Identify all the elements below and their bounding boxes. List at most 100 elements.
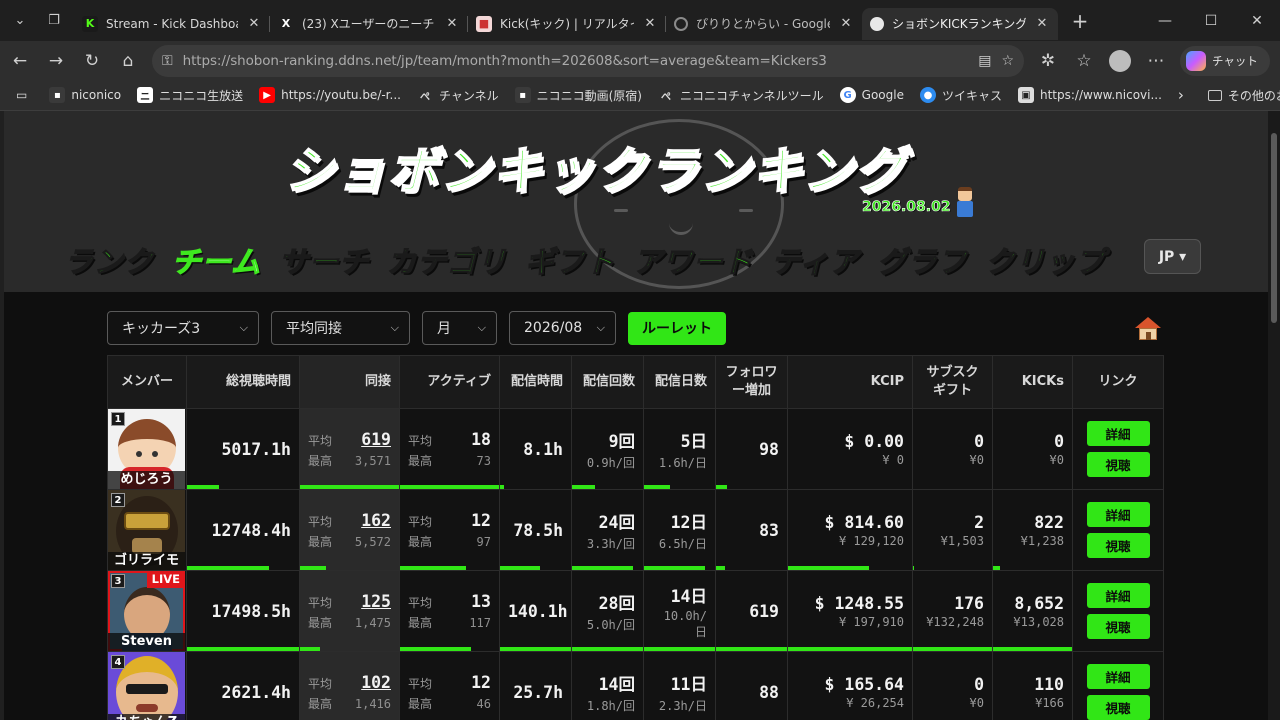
site-info-icon[interactable]: ⚿ [162,53,173,69]
copilot-button[interactable]: チャット [1180,45,1270,76]
bookmark-google[interactable]: G Google [832,87,912,103]
tab-actions-icon[interactable]: ⌄ [6,7,34,35]
scrollbar-thumb[interactable] [1271,133,1277,323]
watch-button[interactable]: 視聴 [1086,452,1150,477]
language-select[interactable]: JP ▾ [1144,239,1201,274]
viewers-avg-value[interactable]: 162 [361,511,391,530]
watch-button[interactable]: 視聴 [1086,695,1150,720]
workspaces-icon[interactable]: ❐ [40,7,68,35]
member-cell[interactable]: 2 ゴリライモ [107,489,187,571]
member-cell[interactable]: 4 丸ちゃんZ [107,651,187,720]
col-sub-gift[interactable]: サブスクギフト [912,355,993,409]
month-select[interactable]: 2026/08 ⌵ [509,311,616,345]
nav-rank[interactable]: ランク [63,239,154,281]
close-icon[interactable]: ✕ [1034,16,1050,31]
window-close-icon[interactable]: ✕ [1234,0,1280,41]
col-kicks[interactable]: KICKs [992,355,1073,409]
bookmark-channel[interactable]: ぺチャンネル [409,87,507,104]
bookmark-youtube[interactable]: ▶ https://youtu.be/-r... [251,87,409,103]
bookmark-twitcasting[interactable]: ● ツイキャス [912,87,1010,104]
home-icon[interactable] [1135,317,1161,341]
bookmark-nicochannel-tool[interactable]: ぺニコニコチャンネルツール [650,87,832,104]
col-viewers[interactable]: 同接 [299,355,400,409]
avatar[interactable]: 2 ゴリライモ [108,490,185,570]
profile-avatar[interactable] [1102,43,1138,79]
tab-search-icon[interactable]: ▭ [10,88,33,102]
nav-tier[interactable]: ティア [771,239,860,281]
nav-category[interactable]: カテゴリ [387,239,507,281]
avatar[interactable]: 4 丸ちゃんZ [108,652,185,720]
favorite-star-icon[interactable]: ☆ [1001,53,1014,69]
maximize-icon[interactable]: ☐ [1188,0,1234,41]
tab-shobon-ranking[interactable]: ショボンKICKランキング | Shob ✕ [862,7,1058,40]
bookmark-nicolive[interactable]: ニニコニコ生放送 [129,87,251,104]
page-scrollbar[interactable] [1268,111,1280,720]
follower-value: 98 [759,439,779,459]
nav-clip[interactable]: クリップ [985,239,1106,281]
viewers-avg-value[interactable]: 125 [361,592,391,611]
back-icon[interactable]: ← [2,43,38,79]
avatar[interactable]: 3 LIVE Steven [108,571,185,651]
watch-button[interactable]: 視聴 [1086,614,1150,639]
kcip-yen: ¥ 26,254 [846,695,904,710]
col-kcip[interactable]: KCIP [787,355,913,409]
member-cell[interactable]: 3 LIVE Steven [107,570,187,652]
period-select[interactable]: 月 ⌵ [422,311,497,345]
tab-kick-dashboard[interactable]: K Stream - Kick Dashboard ✕ [74,8,270,40]
bookmark-nicovideo-link[interactable]: ▣ https://www.nicovi... [1010,87,1170,103]
nav-gift[interactable]: ギフト [525,239,615,281]
more-menu-icon[interactable]: ⋯ [1138,43,1174,79]
refresh-icon[interactable]: ↻ [74,43,110,79]
nav-graph[interactable]: グラフ [877,239,967,281]
col-follower-gain[interactable]: フォロワー増加 [715,355,788,409]
col-stream-count[interactable]: 配信回数 [571,355,644,409]
close-icon[interactable]: ✕ [642,16,658,31]
sort-select[interactable]: 平均同接 ⌵ [271,311,410,345]
close-icon[interactable]: ✕ [444,16,460,31]
stream-days-bar [644,485,670,489]
roulette-button[interactable]: ルーレット [628,311,726,345]
reader-view-icon[interactable]: ▤ [978,53,991,69]
bookmark-nicovideo[interactable]: ▪ ニコニコ動画(原宿) [507,87,650,104]
avatar[interactable]: 1 めじろう [108,409,185,489]
viewers-avg-value[interactable]: 102 [361,673,391,692]
col-total-watch[interactable]: 総視聴時間 [186,355,300,409]
extensions-icon[interactable]: ✲ [1030,43,1066,79]
close-icon[interactable]: ✕ [838,16,854,31]
nav-award[interactable]: アワード [633,239,753,281]
col-active[interactable]: アクティブ [399,355,500,409]
watch-button[interactable]: 視聴 [1086,533,1150,558]
active-bar [400,647,472,651]
minimize-icon[interactable]: — [1142,0,1188,41]
detail-button[interactable]: 詳細 [1086,583,1150,608]
tab-x[interactable]: X (23) Xユーザーのニーチェさん: 「/ ✕ [270,8,468,40]
detail-button[interactable]: 詳細 [1086,421,1150,446]
max-label: 最高 [308,615,333,630]
bookmarks-overflow-icon[interactable]: › [1170,86,1192,104]
nav-team[interactable]: チーム [171,239,261,281]
bookmark-niconico[interactable]: ▪ niconico [41,87,129,103]
detail-button[interactable]: 詳細 [1086,502,1150,527]
site-logo[interactable]: ショボンキックランキング [283,131,944,203]
nav-search[interactable]: サーチ [279,239,369,281]
tab-google-search[interactable]: ぴりりとからい - Google 検索 ✕ [666,8,862,40]
detail-button[interactable]: 詳細 [1086,664,1150,689]
tab-kick-ranking[interactable]: ■ Kick(キック) | リアルタイムラン ✕ [468,8,666,40]
forward-icon[interactable]: → [38,43,74,79]
col-stream-days[interactable]: 配信日数 [643,355,716,409]
team-select[interactable]: キッカーズ3 ⌵ [107,311,259,345]
close-icon[interactable]: ✕ [246,16,262,31]
col-stream-time[interactable]: 配信時間 [499,355,572,409]
stream-days-sub: 2.3h/日 [658,698,707,713]
kcip-cell: $ 1248.55 ¥ 197,910 [787,570,913,652]
other-bookmarks[interactable]: その他のお気に入り [1200,87,1280,104]
home-icon[interactable]: ⌂ [110,43,146,79]
viewers-avg-value[interactable]: 619 [361,430,391,449]
active-max-value: 46 [476,696,491,711]
kick-icon: K [82,15,98,32]
col-member[interactable]: メンバー [107,355,187,409]
new-tab-icon[interactable]: + [1066,7,1094,35]
url-field[interactable]: ⚿ https://shobon-ranking.ddns.net/jp/tea… [152,44,1024,77]
favorites-icon[interactable]: ☆ [1066,43,1102,79]
member-cell[interactable]: 1 めじろう [107,408,187,490]
